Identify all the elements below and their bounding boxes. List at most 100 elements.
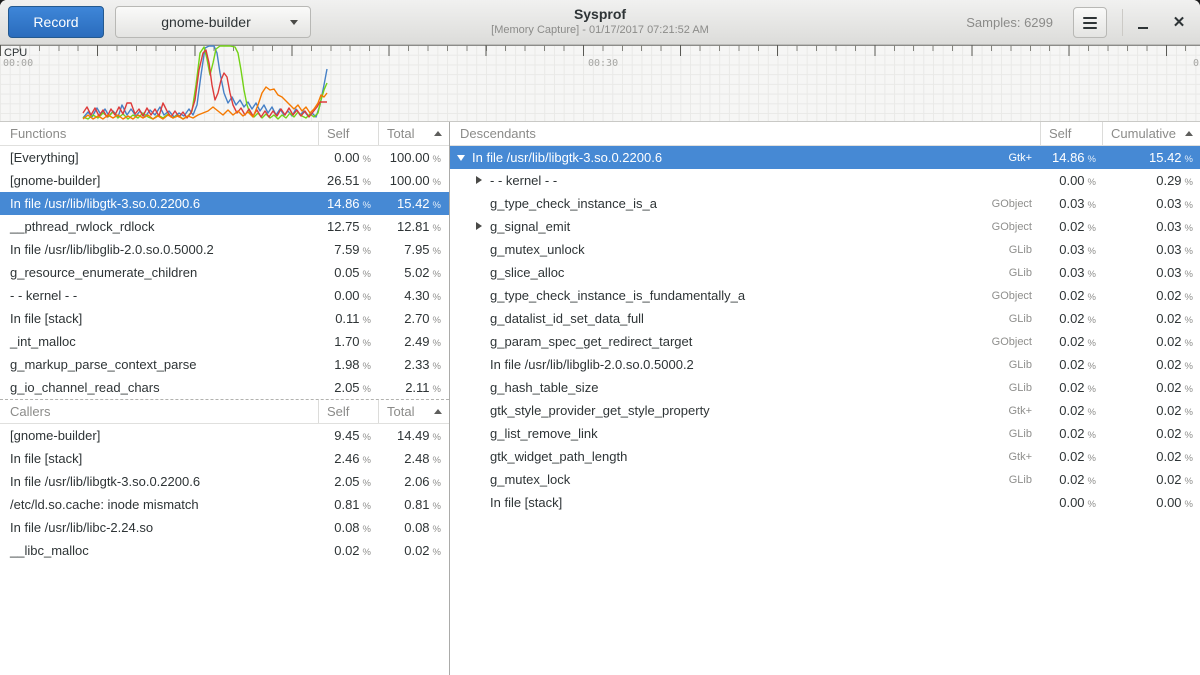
tree-row[interactable]: g_slice_allocGLib0.03%0.03% [450,261,1200,284]
percent-cell: 0.08% [318,520,378,535]
sort-ascending-icon [434,131,442,136]
tree-row[interactable]: g_list_remove_linkGLib0.02%0.02% [450,422,1200,445]
tree-row[interactable]: gtk_style_provider_get_style_propertyGtk… [450,399,1200,422]
page-title: Sysprof [320,5,880,23]
table-row[interactable]: __libc_malloc0.02%0.02% [0,539,449,562]
table-row[interactable]: In file [stack]2.46%2.48% [0,447,449,470]
table-row[interactable]: In file /usr/lib/libgtk-3.so.0.2200.62.0… [0,470,449,493]
tree-row[interactable]: g_signal_emitGObject0.02%0.03% [450,215,1200,238]
tree-row[interactable]: g_datalist_id_set_data_fullGLib0.02%0.02… [450,307,1200,330]
percent-value: 0.02 [1059,288,1084,303]
percent-sign: % [363,269,371,280]
cpu-timeline[interactable]: CPU 00:0000:3001:00 [0,45,1200,122]
tree-row[interactable]: gtk_widget_path_lengthGtk+0.02%0.02% [450,445,1200,468]
percent-value: 0.02 [1059,380,1084,395]
expander-closed-icon[interactable] [475,222,484,231]
function-name-cell: g_resource_enumerate_children [0,265,318,280]
tree-row[interactable]: g_hash_table_sizeGLib0.02%0.02% [450,376,1200,399]
percent-cell: 26.51% [318,173,378,188]
functions-table-body: [Everything]0.00%100.00%[gnome-builder]2… [0,146,449,399]
percent-sign: % [433,524,441,535]
column-header-total[interactable]: Total [378,122,449,145]
descendant-name-cell: In file [stack] [450,495,1032,510]
descendant-name-label: In file [stack] [490,495,562,510]
percent-sign: % [1185,246,1193,257]
table-row[interactable]: _int_malloc1.70%2.49% [0,330,449,353]
descendant-name-cell: g_param_spec_get_redirect_target [450,334,992,349]
tree-row[interactable]: In file /usr/lib/libgtk-3.so.0.2200.6Gtk… [450,146,1200,169]
expander-closed-icon[interactable] [475,176,484,185]
column-header-self[interactable]: Self [318,400,378,423]
percent-value: 0.02 [334,543,359,558]
percent-cell: 9.45% [318,428,378,443]
table-row[interactable]: /etc/ld.so.cache: inode mismatch0.81%0.8… [0,493,449,516]
column-header-functions[interactable]: Functions [0,122,318,145]
percent-sign: % [1185,453,1193,464]
descendant-name-cell: In file /usr/lib/libgtk-3.so.0.2200.6 [450,150,1008,165]
window-titlebox: Sysprof [Memory Capture] - 01/17/2017 07… [320,5,880,37]
table-row[interactable]: In file /usr/lib/libglib-2.0.so.0.5000.2… [0,238,449,261]
close-button[interactable]: ✕ [1163,6,1195,38]
table-row[interactable]: [gnome-builder]26.51%100.00% [0,169,449,192]
table-row[interactable]: g_markup_parse_context_parse1.98%2.33% [0,353,449,376]
percent-cell: 0.03% [1102,196,1200,211]
percent-value: 0.03 [1059,242,1084,257]
expander-spacer [475,314,484,323]
percent-value: 0.03 [1156,265,1181,280]
tree-row[interactable]: g_type_check_instance_is_fundamentally_a… [450,284,1200,307]
percent-cell: 0.00% [1102,495,1200,510]
column-header-total[interactable]: Total [378,400,449,423]
minimize-button[interactable] [1128,6,1158,38]
function-name-cell: g_markup_parse_context_parse [0,357,318,372]
tree-row[interactable]: g_mutex_lockGLib0.02%0.02% [450,468,1200,491]
table-row[interactable]: In file /usr/lib/libgtk-3.so.0.2200.614.… [0,192,449,215]
descendant-name-label: In file /usr/lib/libgtk-3.so.0.2200.6 [472,150,662,165]
column-header-callers[interactable]: Callers [0,400,318,423]
percent-sign: % [363,246,371,257]
percent-sign: % [1185,361,1193,372]
tree-row[interactable]: g_param_spec_get_redirect_targetGObject0… [450,330,1200,353]
library-tag: Gtk+ [1008,451,1032,463]
percent-cell: 14.49% [378,428,449,443]
table-row[interactable]: In file /usr/lib/libc-2.24.so0.08%0.08% [0,516,449,539]
tree-row[interactable]: - - kernel - -0.00%0.29% [450,169,1200,192]
table-row[interactable]: - - kernel - -0.00%4.30% [0,284,449,307]
percent-sign: % [1088,407,1096,418]
process-selector-dropdown[interactable]: gnome-builder [115,6,311,38]
percent-sign: % [363,384,371,395]
percent-value: 0.02 [1156,403,1181,418]
table-row[interactable]: [gnome-builder]9.45%14.49% [0,424,449,447]
percent-cell: 7.59% [318,242,378,257]
percent-value: 0.02 [1059,426,1084,441]
percent-value: 0.11 [335,311,359,326]
tree-row[interactable]: g_type_check_instance_is_aGObject0.03%0.… [450,192,1200,215]
tree-row[interactable]: g_mutex_unlockGLib0.03%0.03% [450,238,1200,261]
table-row[interactable]: [Everything]0.00%100.00% [0,146,449,169]
table-row[interactable]: g_io_channel_read_chars2.05%2.11% [0,376,449,399]
descendant-name-label: gtk_style_provider_get_style_property [490,403,710,418]
column-header-self[interactable]: Self [1040,122,1102,145]
record-button[interactable]: Record [8,6,104,38]
column-header-cumulative[interactable]: Cumulative [1102,122,1200,145]
table-row[interactable]: g_resource_enumerate_children0.05%5.02% [0,261,449,284]
column-header-descendants[interactable]: Descendants [450,122,1040,145]
column-header-self[interactable]: Self [318,122,378,145]
percent-cell: 0.00% [318,150,378,165]
library-tag: GLib [1009,428,1032,440]
menu-button[interactable] [1073,7,1107,38]
percent-sign: % [363,361,371,372]
library-tag: GLib [1009,267,1032,279]
percent-value: 0.29 [1156,173,1181,188]
table-row[interactable]: __pthread_rwlock_rdlock12.75%12.81% [0,215,449,238]
table-row[interactable]: In file [stack]0.11%2.70% [0,307,449,330]
percent-value: 12.81 [397,219,430,234]
descendant-name-label: In file /usr/lib/libglib-2.0.so.0.5000.2 [490,357,694,372]
time-tick-label: 01:00 [1193,58,1200,69]
tree-row[interactable]: In file [stack]0.00%0.00% [450,491,1200,514]
percent-sign: % [1088,292,1096,303]
tree-row[interactable]: In file /usr/lib/libglib-2.0.so.0.5000.2… [450,353,1200,376]
percent-cell: 12.81% [378,219,449,234]
function-name-cell: _int_malloc [0,334,318,349]
percent-sign: % [1185,499,1193,510]
expander-open-icon[interactable] [457,153,466,162]
